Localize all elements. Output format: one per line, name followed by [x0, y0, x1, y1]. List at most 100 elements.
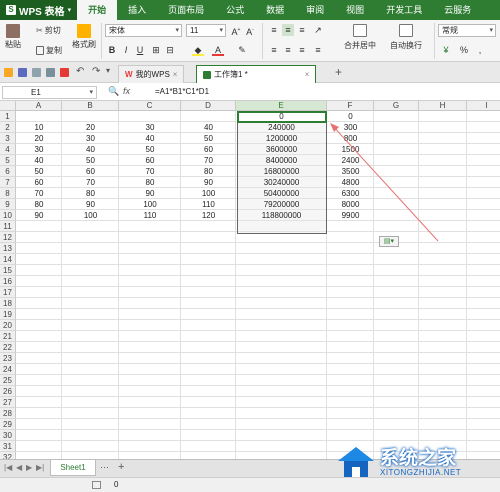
chevron-down-icon: ▾ — [219, 27, 223, 34]
decrease-font-icon[interactable]: A- — [244, 24, 256, 37]
scissors-icon: ✂ — [36, 26, 43, 35]
watermark-title: 系统之家 — [380, 448, 457, 469]
function-icon[interactable]: fx — [123, 86, 130, 96]
tab-page-layout[interactable]: 页面布局 — [157, 0, 215, 20]
title-bar: S WPS 表格 ▾ 开始 插入 页面布局 公式 数据 审阅 视图 开发工具 云… — [0, 0, 500, 20]
first-sheet-icon[interactable]: |◀ — [4, 463, 12, 472]
merge-cells-icon[interactable]: ⊟ — [164, 44, 176, 56]
ribbon-separator — [434, 23, 435, 59]
tab-workbook1[interactable]: 工作簿1 * × — [196, 65, 317, 83]
page-icon — [92, 481, 101, 489]
house-logo-icon — [338, 447, 374, 477]
app-name: WPS 表格 — [19, 6, 65, 18]
increase-font-icon[interactable]: A+ — [230, 24, 242, 37]
italic-icon[interactable]: I — [120, 44, 132, 56]
print-preview-icon[interactable] — [32, 68, 41, 77]
undo-icon[interactable]: ↶ — [76, 66, 84, 77]
doc-tab-label: 工作簿1 * — [214, 69, 248, 79]
wps-brand-icon: W — [125, 69, 133, 79]
redo-icon[interactable]: ↷ — [92, 66, 100, 77]
cut-label: 剪切 — [44, 26, 61, 35]
number-format-value: 常规 — [442, 26, 458, 35]
doc-tab-label: 我的WPS — [135, 69, 170, 79]
next-sheet-icon[interactable]: ▶ — [26, 463, 32, 472]
arrow-line — [331, 124, 439, 242]
font-name-select[interactable]: 宋体 ▾ — [105, 24, 182, 37]
number-format-select[interactable]: 常规 ▾ — [438, 24, 496, 37]
spreadsheet-grid[interactable]: ABCDEFGHI 1 2 3 4 5 6 7 8 9 10 11 12 13 14 15 16 17 18 19 2… — [0, 101, 500, 459]
fill-color-icon[interactable]: ◆ — [192, 44, 204, 56]
spreadsheet-icon — [203, 70, 211, 79]
print-icon[interactable] — [46, 68, 55, 77]
wrap-text-button[interactable]: 自动换行 — [390, 24, 422, 51]
ribbon: 粘贴 ✂ 剪切 复制 格式刷 宋体 ▾ 11 ▾ A+ A- B I U ⊞ ⊟… — [0, 20, 500, 62]
tab-data[interactable]: 数据 — [255, 0, 295, 20]
formula-input[interactable]: =A1*B1*C1*D1 — [155, 87, 209, 96]
open-folder-icon[interactable] — [4, 68, 13, 77]
new-tab-icon[interactable]: + — [335, 65, 342, 79]
format-painter-label: 格式刷 — [72, 40, 96, 49]
currency-icon[interactable]: ¥ — [440, 44, 452, 56]
align-right-icon[interactable]: ≡ — [296, 44, 308, 56]
brush-icon — [77, 24, 91, 38]
watermark-url: XITONGZHIJIA.NET — [380, 468, 462, 477]
add-sheet-icon[interactable]: + — [118, 461, 124, 473]
chevron-down-icon: ▾ — [175, 27, 179, 34]
cell-reference: E1 — [31, 88, 41, 97]
font-color-icon[interactable]: A — [212, 44, 224, 56]
wrap-text-icon — [399, 24, 413, 37]
underline-icon[interactable]: U — [134, 44, 146, 56]
justify-icon[interactable]: ≡ — [312, 44, 324, 56]
close-icon[interactable]: × — [305, 67, 310, 83]
close-icon[interactable]: × — [173, 67, 178, 83]
chevron-down-icon: ▾ — [489, 27, 493, 34]
tab-cloud[interactable]: 云服务 — [433, 0, 482, 20]
paste-label: 粘贴 — [5, 40, 21, 49]
copy-icon — [36, 46, 44, 55]
align-middle-icon[interactable]: ≡ — [282, 24, 294, 36]
wps-logo-icon: S — [6, 5, 16, 15]
clipboard-icon — [6, 24, 20, 38]
tab-developer[interactable]: 开发工具 — [375, 0, 433, 20]
tab-home[interactable]: 开始 — [77, 0, 118, 20]
more-icon[interactable]: ▾ — [106, 66, 110, 75]
export-pdf-icon[interactable] — [60, 68, 69, 77]
align-center-icon[interactable]: ≡ — [282, 44, 294, 56]
paste-button[interactable]: 粘贴 — [5, 24, 21, 50]
search-icon[interactable]: 🔍 — [108, 86, 119, 97]
copy-label: 复制 — [46, 46, 62, 55]
tab-formulas[interactable]: 公式 — [215, 0, 255, 20]
document-tabs-bar: ↶ ↷ ▾ W 我的WPS × 工作簿1 * × + — [0, 62, 500, 83]
name-box[interactable]: E1 ▾ — [2, 86, 97, 99]
sheet-menu-icon[interactable]: ··· — [100, 462, 109, 472]
tab-insert[interactable]: 插入 — [117, 0, 157, 20]
align-bottom-icon[interactable]: ≡ — [296, 24, 308, 36]
percent-button[interactable]: % — [458, 44, 470, 56]
clear-format-icon[interactable]: ✎ — [236, 44, 248, 56]
tab-review[interactable]: 审阅 — [295, 0, 335, 20]
font-size-select[interactable]: 11 ▾ — [186, 24, 226, 37]
tab-my-wps[interactable]: W 我的WPS × — [118, 65, 185, 83]
orientation-icon[interactable]: ↗ — [312, 24, 324, 36]
bold-icon[interactable]: B — [106, 44, 118, 56]
app-menu-button[interactable]: S WPS 表格 ▾ — [0, 0, 78, 20]
chevron-down-icon: ▾ — [67, 7, 72, 14]
copy-button[interactable]: 复制 — [36, 45, 62, 56]
format-painter-button[interactable]: 格式刷 — [72, 24, 96, 50]
align-left-icon[interactable]: ≡ — [268, 44, 280, 56]
last-sheet-icon[interactable]: ▶| — [36, 463, 44, 472]
tab-view[interactable]: 视图 — [335, 0, 375, 20]
ribbon-separator — [262, 23, 263, 59]
merge-center-button[interactable]: 合并居中 — [344, 24, 376, 51]
cut-button[interactable]: ✂ 剪切 — [36, 25, 61, 36]
prev-sheet-icon[interactable]: ◀ — [16, 463, 22, 472]
thousands-icon[interactable]: , — [474, 44, 486, 56]
ribbon-separator — [101, 23, 102, 59]
merge-center-label: 合并居中 — [344, 41, 376, 50]
sheet-tab-sheet1[interactable]: Sheet1 — [50, 460, 96, 476]
formula-bar: E1 ▾ 🔍 fx =A1*B1*C1*D1 — [0, 84, 500, 101]
save-icon[interactable] — [18, 68, 27, 77]
font-size-value: 11 — [190, 26, 199, 35]
borders-icon[interactable]: ⊞ — [150, 44, 162, 56]
align-top-icon[interactable]: ≡ — [268, 24, 280, 36]
